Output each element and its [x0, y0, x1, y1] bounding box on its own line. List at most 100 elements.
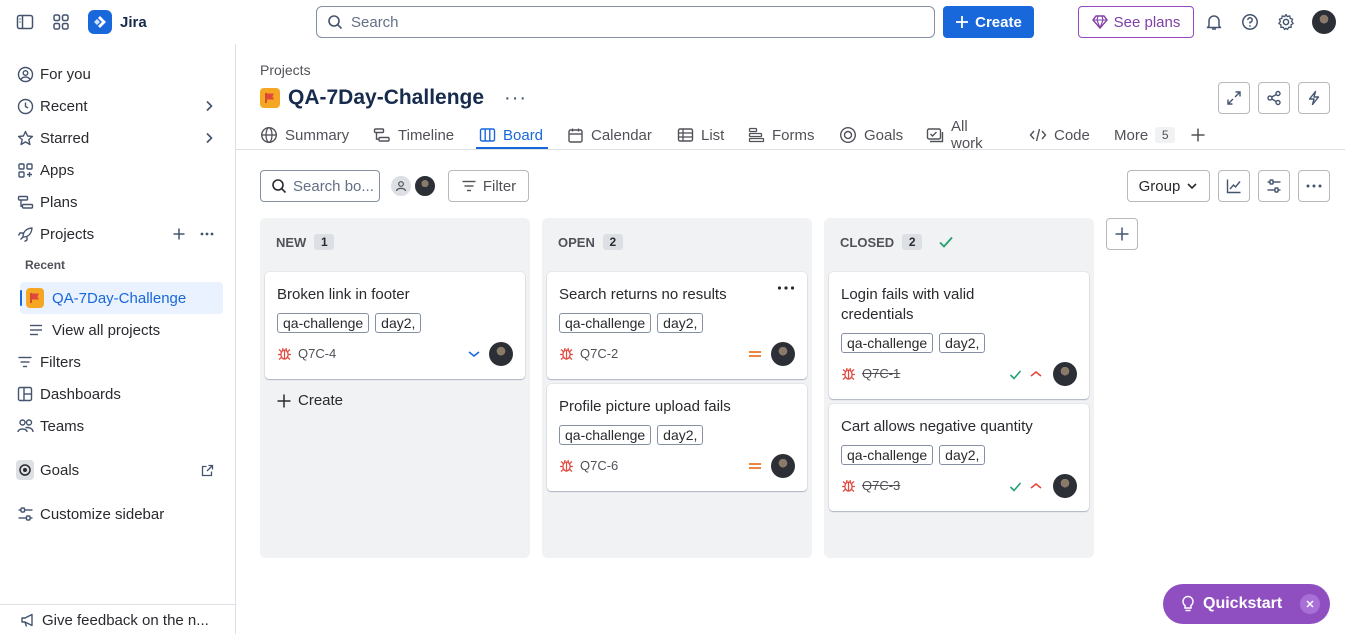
issue-card[interactable]: Profile picture upload fails qa-challeng… [547, 384, 807, 491]
sidebar-item-plans[interactable]: Plans [0, 186, 236, 218]
label-chip[interactable]: day2, [375, 313, 422, 333]
issue-key[interactable]: Q7C-3 [862, 478, 900, 493]
search-input[interactable]: Search [316, 6, 935, 38]
tab-board[interactable]: Board [479, 120, 543, 150]
tab-more[interactable]: More 5 [1114, 120, 1176, 150]
sidebar-item-for-you[interactable]: For you [0, 58, 236, 90]
tab-summary[interactable]: Summary [260, 120, 349, 150]
unassigned-avatar[interactable] [389, 174, 413, 198]
create-button-label: Create [975, 13, 1022, 31]
chevron-right-icon[interactable] [204, 100, 214, 112]
fullscreen-button[interactable] [1218, 82, 1250, 114]
priority-medium-icon [748, 350, 762, 358]
issue-key[interactable]: Q7C-6 [580, 458, 618, 473]
label-chip[interactable]: day2, [657, 425, 704, 445]
issue-card[interactable]: Cart allows negative quantity qa-challen… [829, 404, 1089, 511]
share-button[interactable] [1258, 82, 1290, 114]
issue-card[interactable]: Login fails with valid credentials qa-ch… [829, 272, 1089, 399]
sidebar-item-recent[interactable]: Recent [0, 90, 236, 122]
label-chip[interactable]: qa-challenge [559, 313, 652, 333]
tab-calendar[interactable]: Calendar [567, 120, 652, 150]
feedback-area: Give feedback on the n... [0, 604, 236, 634]
assignee-avatar[interactable] [1053, 474, 1077, 498]
bug-icon [277, 346, 292, 361]
assignee-avatar[interactable] [413, 174, 437, 198]
assignee-filter-avatars [389, 174, 437, 198]
create-button[interactable]: Create [943, 6, 1034, 38]
tab-timeline[interactable]: Timeline [373, 120, 454, 150]
external-link-icon[interactable] [201, 464, 214, 477]
sidebar-item-starred[interactable]: Starred [0, 122, 236, 154]
help-icon[interactable] [1239, 11, 1261, 33]
sidebar-item-view-all-projects[interactable]: View all projects [0, 314, 236, 346]
tab-code[interactable]: Code [1029, 120, 1090, 150]
card-more-icon[interactable] [777, 286, 795, 290]
label-chip[interactable]: qa-challenge [277, 313, 370, 333]
label-chip[interactable]: qa-challenge [559, 425, 652, 445]
project-more-icon[interactable]: ··· [504, 87, 527, 110]
sidebar-item-customize[interactable]: Customize sidebar [0, 498, 236, 530]
assignee-avatar[interactable] [771, 454, 795, 478]
issue-card[interactable]: Search returns no results qa-challenge d… [547, 272, 807, 379]
sidebar-item-dashboards[interactable]: Dashboards [0, 378, 236, 410]
quickstart-button[interactable]: Quickstart [1163, 584, 1330, 624]
all-work-icon [926, 127, 944, 143]
megaphone-icon [19, 611, 37, 629]
jira-logo-icon [88, 10, 112, 34]
assignee-avatar[interactable] [489, 342, 513, 366]
sidebar-item-qa-7day-challenge[interactable]: QA-7Day-Challenge [0, 282, 236, 314]
sidebar-label: Recent [40, 97, 88, 115]
sidebar-item-filters[interactable]: Filters [0, 346, 236, 378]
close-icon[interactable] [1300, 594, 1320, 614]
view-settings-button[interactable] [1258, 170, 1290, 202]
tab-goals[interactable]: Goals [839, 120, 903, 150]
projects-more-icon[interactable] [200, 232, 214, 236]
board-more-button[interactable] [1298, 170, 1330, 202]
see-plans-button[interactable]: See plans [1078, 6, 1194, 38]
issue-card[interactable]: Broken link in footer qa-challenge day2,… [265, 272, 525, 379]
sidebar-item-projects[interactable]: Projects [0, 218, 236, 250]
issue-key-row: Q7C-4 [277, 346, 336, 361]
jira-logo[interactable]: Jira [88, 10, 147, 34]
rocket-icon [16, 225, 34, 243]
sidebar-label: Apps [40, 161, 75, 179]
quickstart-label: Quickstart [1203, 595, 1283, 612]
tab-all-work[interactable]: All work [926, 118, 983, 152]
group-by-button[interactable]: Group [1127, 170, 1210, 202]
plans-icon [16, 193, 34, 211]
label-chip[interactable]: day2, [939, 445, 986, 465]
app-switcher-icon[interactable] [50, 11, 72, 33]
insights-button[interactable] [1218, 170, 1250, 202]
notifications-icon[interactable] [1203, 11, 1225, 33]
sidebar-toggle-icon[interactable] [14, 11, 36, 33]
page-title: QA-7Day-Challenge ··· [260, 86, 527, 110]
tab-forms[interactable]: Forms [748, 120, 815, 150]
label-chip[interactable]: day2, [939, 333, 986, 353]
give-feedback-link[interactable]: Give feedback on the n... [0, 605, 236, 634]
breadcrumb[interactable]: Projects [260, 62, 311, 78]
sidebar-item-teams[interactable]: Teams [0, 410, 236, 442]
assignee-avatar[interactable] [771, 342, 795, 366]
tab-list[interactable]: List [677, 120, 724, 150]
column-count-badge: 2 [902, 234, 923, 250]
user-avatar[interactable] [1312, 10, 1336, 34]
label-chip[interactable]: qa-challenge [841, 333, 934, 353]
issue-key[interactable]: Q7C-2 [580, 346, 618, 361]
label-chip[interactable]: day2, [657, 313, 704, 333]
sidebar-item-goals[interactable]: Goals [0, 454, 236, 486]
label-chip[interactable]: qa-challenge [841, 445, 934, 465]
create-issue-button[interactable]: Create [276, 392, 343, 409]
add-project-plus-icon[interactable] [172, 227, 186, 241]
chevron-right-icon[interactable] [204, 132, 214, 144]
sidebar-item-apps[interactable]: Apps [0, 154, 236, 186]
issue-key[interactable]: Q7C-1 [862, 366, 900, 381]
issue-key-row: Q7C-3 [841, 478, 900, 493]
issue-key[interactable]: Q7C-4 [298, 346, 336, 361]
settings-gear-icon[interactable] [1275, 11, 1297, 33]
add-column-button[interactable] [1106, 218, 1138, 250]
board-search-input[interactable]: Search bo... [260, 170, 380, 202]
assignee-avatar[interactable] [1053, 362, 1077, 386]
filter-button[interactable]: Filter [448, 170, 529, 202]
add-tab-button[interactable] [1190, 120, 1206, 150]
automation-button[interactable] [1298, 82, 1330, 114]
